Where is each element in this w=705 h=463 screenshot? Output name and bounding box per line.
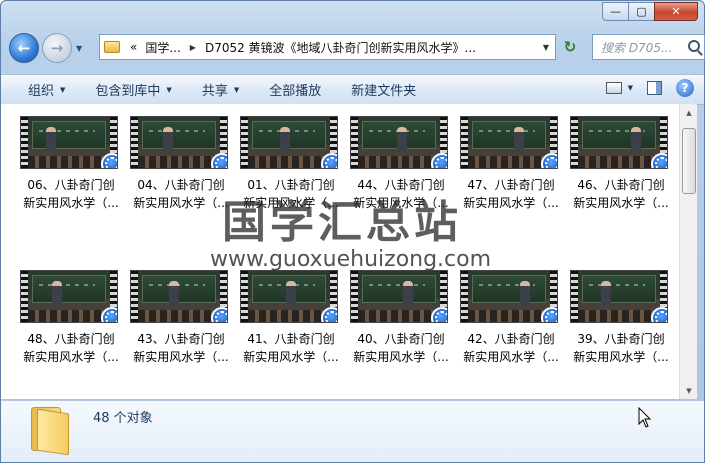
media-player-icon [211,153,227,168]
forward-button[interactable]: → [42,33,72,63]
share-label: 共享 [201,84,228,99]
search-icon[interactable] [688,40,700,52]
file-name: 04、八卦奇门创 新实用风水学（... [133,178,229,210]
video-thumbnail [570,270,668,323]
media-player-icon [651,153,667,168]
video-thumbnail [460,270,558,323]
command-bar: 组织 ▼ 包含到库中 ▼ 共享 ▼ 全部播放 新建文件夹 ▼ ? [1,74,704,105]
item-count: 48 个对象 [93,411,153,426]
address-bar[interactable]: « 国学... ▶ D7052 黄镜波《地域八卦奇门创新实用风水学》... ▼ [99,34,556,60]
media-player-icon [211,307,227,322]
organize-menu[interactable]: 组织 ▼ [28,80,65,99]
media-player-icon [101,307,117,322]
chevron-down-icon: ▼ [60,85,66,94]
file-name: 47、八卦奇门创 新实用风水学（... [463,178,559,210]
new-folder-button[interactable]: 新建文件夹 [351,80,416,99]
chevron-down-icon: ▼ [166,85,172,94]
navigation-bar: ← → ▼ « 国学... ▶ D7052 黄镜波《地域八卦奇门创新实用风水学》… [9,31,705,65]
organize-label: 组织 [28,84,55,99]
include-in-library-menu[interactable]: 包含到库中 ▼ [95,80,171,99]
file-name: 06、八卦奇门创 新实用风水学（... [23,178,119,210]
address-dropdown-icon[interactable]: ▼ [537,35,555,59]
file-name: 48、八卦奇门创 新实用风水学（... [23,332,119,364]
file-name: 39、八卦奇门创 新实用风水学（... [573,332,669,364]
scroll-down-icon[interactable]: ▼ [680,382,698,399]
change-view-button[interactable]: ▼ [605,82,633,94]
video-thumbnail [130,270,228,323]
video-thumbnail [240,116,338,169]
video-thumbnail [130,116,228,169]
maximize-button[interactable]: ▢ [628,2,655,21]
breadcrumb-separator-icon[interactable]: ▶ [190,43,196,52]
watermark-title: 国学汇总站 [222,197,462,248]
media-player-icon [431,307,447,322]
video-thumbnail [570,116,668,169]
breadcrumb-item[interactable]: 国学... [145,39,180,56]
search-placeholder: 搜索 D705... [601,40,673,55]
close-button[interactable]: ✕ [654,2,698,21]
address-overflow-chevron[interactable]: « [130,40,137,54]
media-player-icon [101,153,117,168]
file-name: 40、八卦奇门创 新实用风水学（... [353,332,449,364]
video-thumbnail [20,270,118,323]
video-thumbnail [240,270,338,323]
folder-icon [31,407,69,456]
breadcrumb-item[interactable]: D7052 黄镜波《地域八卦奇门创新实用风水学》... [205,39,476,56]
video-thumbnail [20,116,118,169]
help-icon[interactable]: ? [676,79,694,97]
chevron-down-icon: ▼ [627,84,633,92]
refresh-icon[interactable]: ↻ [557,34,583,60]
file-name: 41、八卦奇门创 新实用风水学（... [243,332,339,364]
video-thumbnail [350,270,448,323]
scroll-up-icon[interactable]: ▲ [680,104,698,121]
preview-pane-icon[interactable] [647,81,662,95]
search-input[interactable]: 搜索 D705... [592,34,705,60]
view-icon [605,82,622,94]
media-player-icon [321,307,337,322]
minimize-button[interactable]: — [602,2,629,21]
recent-pages-dropdown-icon[interactable]: ▼ [76,44,82,53]
command-bar-right: ▼ ? [605,79,694,97]
video-thumbnail [350,116,448,169]
file-name: 46、八卦奇门创 新实用风水学（... [573,178,669,210]
file-name: 42、八卦奇门创 新实用风水学（... [463,332,559,364]
details-pane: 48 个对象 [1,400,704,462]
back-button[interactable]: ← [9,33,39,63]
media-player-icon [431,153,447,168]
file-name: 43、八卦奇门创 新实用风水学（... [133,332,229,364]
scrollbar-thumb[interactable] [682,128,696,194]
caption-buttons: — ▢ ✕ [602,2,698,21]
include-in-library-label: 包含到库中 [95,84,161,99]
video-thumbnail [460,116,558,169]
watermark-url: www.guoxuehuizong.com [210,247,492,272]
chevron-down-icon: ▼ [233,85,240,94]
media-player-icon [651,307,667,322]
vertical-scrollbar[interactable]: ▲ ▼ [679,104,697,399]
play-all-button[interactable]: 全部播放 [269,80,321,99]
media-player-icon [541,153,557,168]
folder-icon [104,41,120,53]
media-player-icon [321,153,337,168]
share-menu[interactable]: 共享 ▼ [202,80,239,99]
media-player-icon [541,307,557,322]
